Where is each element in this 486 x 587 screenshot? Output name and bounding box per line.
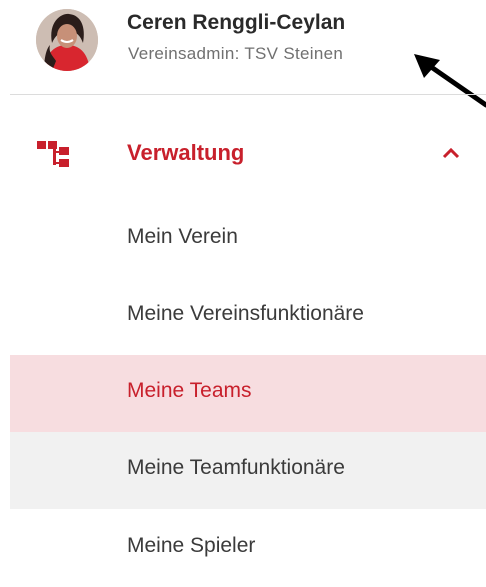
nav-item-label: Meine Vereinsfunktionäre	[127, 302, 364, 325]
nav-item-label: Meine Teamfunktionäre	[127, 456, 345, 479]
nav-item-meine-teams[interactable]: Meine Teams	[10, 355, 486, 432]
avatar-image	[36, 9, 98, 71]
nav-section-label: Verwaltung	[127, 140, 245, 165]
nav-item-meine-teamfunktionaere[interactable]: Meine Teamfunktionäre	[10, 432, 486, 509]
divider	[10, 94, 486, 95]
chevron-up-icon[interactable]	[442, 146, 460, 160]
org-chart-icon	[37, 141, 69, 167]
avatar[interactable]	[36, 9, 98, 71]
nav-item-label: Meine Teams	[127, 379, 252, 402]
nav-item-meine-spieler[interactable]: Meine Spieler	[10, 510, 486, 587]
nav-item-label: Meine Spieler	[127, 534, 256, 557]
annotation-arrow-icon	[414, 54, 486, 108]
nav-item-meine-vereinsfunktionaere[interactable]: Meine Vereinsfunktionäre	[10, 278, 486, 355]
nav-section-verwaltung[interactable]: Verwaltung	[0, 115, 486, 190]
nav-item-label: Mein Verein	[127, 225, 238, 248]
user-header: Ceren Renggli-Ceylan Vereinsadmin: TSV S…	[0, 0, 486, 108]
user-role: Vereinsadmin: TSV Steinen	[128, 44, 344, 63]
nav-item-mein-verein[interactable]: Mein Verein	[10, 201, 486, 278]
user-name: Ceren Renggli-Ceylan	[127, 11, 346, 34]
